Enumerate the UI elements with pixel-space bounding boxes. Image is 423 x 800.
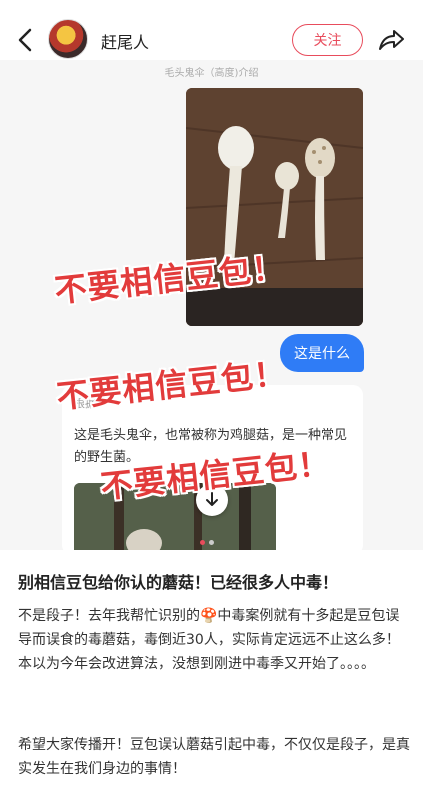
back-button[interactable] (10, 22, 40, 58)
user-question-bubble: 这是什么 (280, 334, 364, 372)
share-arrow-icon (379, 30, 404, 50)
avatar[interactable] (48, 19, 88, 59)
carousel-indicator (200, 540, 214, 545)
author-name[interactable]: 赶尾人 (101, 29, 149, 53)
post-title: 别相信豆包给你认的蘑菇！已经很多人中毒！ (18, 573, 339, 592)
carousel-dot[interactable] (209, 540, 214, 545)
follow-button[interactable]: 关注 (292, 24, 363, 56)
screenshot-caption: 毛头鬼伞（高度)介绍 (164, 68, 259, 79)
share-button[interactable] (376, 25, 406, 55)
post-paragraph: 不是段子！去年我帮忙识别的🍄中毒案例就有十多起是豆包误导而误食的毒蘑菇，毒倒近3… (18, 608, 400, 672)
post-paragraph: 希望大家传播开！豆包误认蘑菇引起中毒，不仅仅是段子，是真实发生在我们身边的事情！ (18, 737, 410, 777)
chevron-left-icon (18, 28, 32, 52)
carousel-dot[interactable] (200, 540, 205, 545)
image-carousel[interactable]: 毛头鬼伞（高度)介绍 这是什么 根据 这是毛头鬼伞，也常被称为鸡腿菇，是一种常见… (0, 60, 423, 550)
